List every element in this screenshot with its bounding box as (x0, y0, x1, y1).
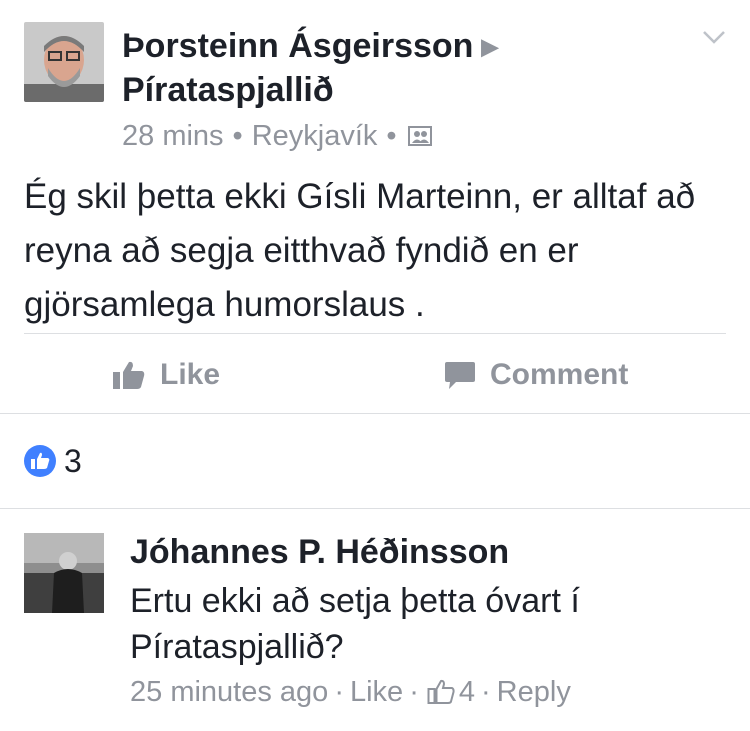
meta-separator: • (386, 120, 397, 152)
commenter-name[interactable]: Jóhannes P. Héðinsson (130, 532, 509, 572)
comment-button[interactable]: Comment (444, 350, 628, 400)
post-time[interactable]: 28 mins (122, 118, 224, 154)
comment-body: Ertu ekki að setja þetta óvart í Píratas… (130, 582, 580, 666)
post-group-name[interactable]: Pírataspjallið (122, 70, 334, 110)
post-author-avatar[interactable] (24, 22, 104, 102)
thumbs-up-icon (113, 361, 145, 389)
comment-like-link[interactable]: Like (350, 674, 403, 710)
reaction-count: 3 (64, 443, 82, 479)
post-author-line: Þorsteinn Ásgeirsson ▶ (122, 26, 498, 67)
closed-group-icon (407, 126, 432, 146)
like-label: Like (160, 358, 221, 391)
post-author-name[interactable]: Þorsteinn Ásgeirsson (122, 27, 473, 65)
meta-separator: · (334, 676, 344, 708)
comment-label: Comment (490, 358, 629, 391)
comment-like-count: 4 (458, 676, 475, 708)
post-location[interactable]: Reykjavík (252, 118, 378, 154)
meta-separator: • (232, 120, 243, 152)
comment-bubble-icon (445, 362, 475, 389)
comment-time[interactable]: 25 minutes ago (130, 674, 328, 710)
chevron-down-icon[interactable] (700, 26, 728, 48)
right-arrow-icon: ▶ (481, 34, 499, 59)
like-reaction-icon (24, 445, 56, 477)
divider (24, 333, 726, 334)
divider (0, 508, 750, 509)
post-meta: 28 mins • Reykjavík • (122, 118, 432, 154)
thumbs-up-outline-icon (427, 679, 455, 704)
comment-reply-link[interactable]: Reply (497, 674, 571, 710)
avatar-photo (24, 533, 104, 613)
avatar-photo (24, 22, 104, 102)
meta-separator: · (481, 676, 491, 708)
like-button[interactable]: Like (112, 350, 220, 400)
reactions-summary[interactable]: 3 (24, 443, 82, 479)
post-body: Ég skil þetta ekki Gísli Marteinn, er al… (24, 177, 696, 324)
comment-meta: 25 minutes ago · Like · 4 · Reply (130, 674, 571, 710)
divider (0, 413, 750, 414)
commenter-avatar[interactable] (24, 533, 104, 613)
meta-separator: · (409, 676, 419, 708)
